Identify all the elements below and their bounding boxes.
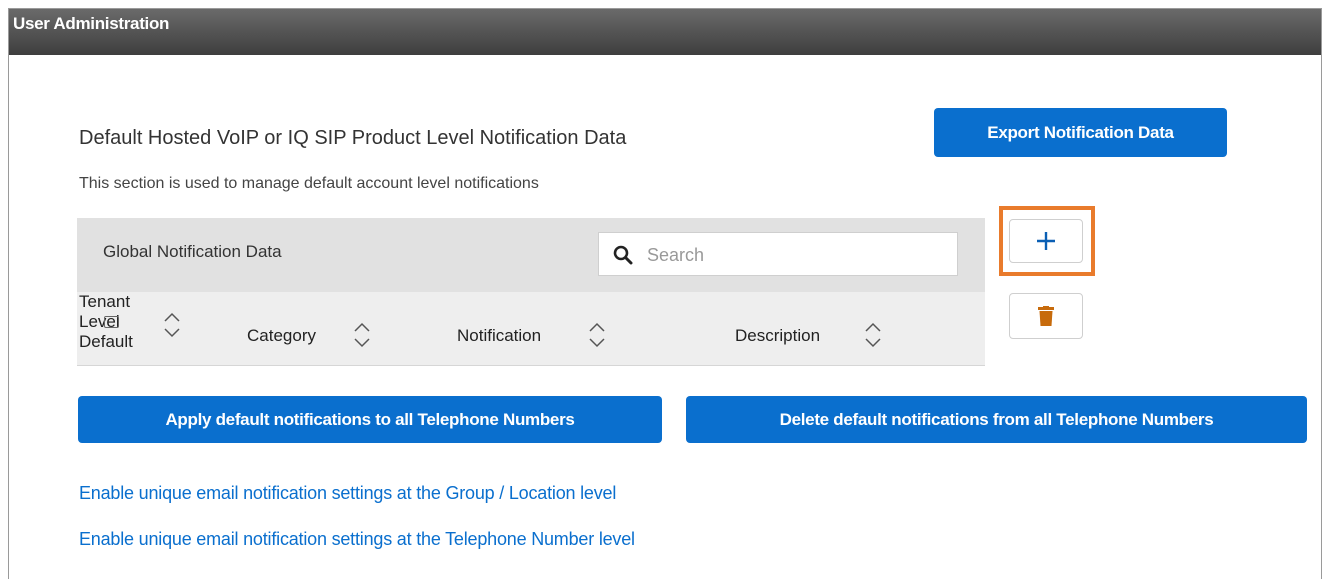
column-header-tenant-level-default[interactable]: Tenant Level Default <box>79 292 159 352</box>
grid-column-headers: Tenant Level Default Category Notificati… <box>77 292 985 366</box>
apply-default-notifications-button[interactable]: Apply default notifications to all Telep… <box>78 396 662 443</box>
sort-icon[interactable] <box>864 320 882 350</box>
link-group-location-level[interactable]: Enable unique email notification setting… <box>79 483 616 504</box>
section-heading: Default Hosted VoIP or IQ SIP Product Le… <box>79 127 627 149</box>
add-notification-button[interactable] <box>1009 219 1083 263</box>
delete-notification-button[interactable] <box>1009 293 1083 339</box>
grid-title: Global Notification Data <box>103 242 282 261</box>
link-telephone-number-level[interactable]: Enable unique email notification setting… <box>79 529 635 550</box>
panel-title: User Administration <box>9 9 1321 55</box>
search-icon <box>613 245 633 265</box>
column-header-tenant-line-1: Tenant <box>79 292 131 311</box>
export-notification-data-button[interactable]: Export Notification Data <box>934 108 1227 157</box>
sort-icon[interactable] <box>353 320 371 350</box>
delete-default-notifications-button[interactable]: Delete default notifications from all Te… <box>686 396 1307 443</box>
column-header-category[interactable]: Category <box>247 326 316 346</box>
column-header-tenant-line-3: Default <box>79 332 133 351</box>
user-administration-panel: User Administration Default Hosted VoIP … <box>8 8 1322 579</box>
section-description: This section is used to manage default a… <box>79 175 539 192</box>
column-header-description[interactable]: Description <box>735 326 820 346</box>
trash-icon <box>1038 306 1054 326</box>
search-box[interactable] <box>598 232 958 276</box>
sort-icon[interactable] <box>588 320 606 350</box>
column-header-notification[interactable]: Notification <box>457 326 541 346</box>
search-input[interactable] <box>645 241 949 269</box>
sort-icon[interactable] <box>163 310 181 340</box>
grid-header: Global Notification Data <box>77 218 985 292</box>
column-header-tenant-line-2: Level <box>79 312 120 331</box>
plus-icon <box>1037 232 1055 250</box>
select-all-checkbox[interactable] <box>104 316 119 328</box>
